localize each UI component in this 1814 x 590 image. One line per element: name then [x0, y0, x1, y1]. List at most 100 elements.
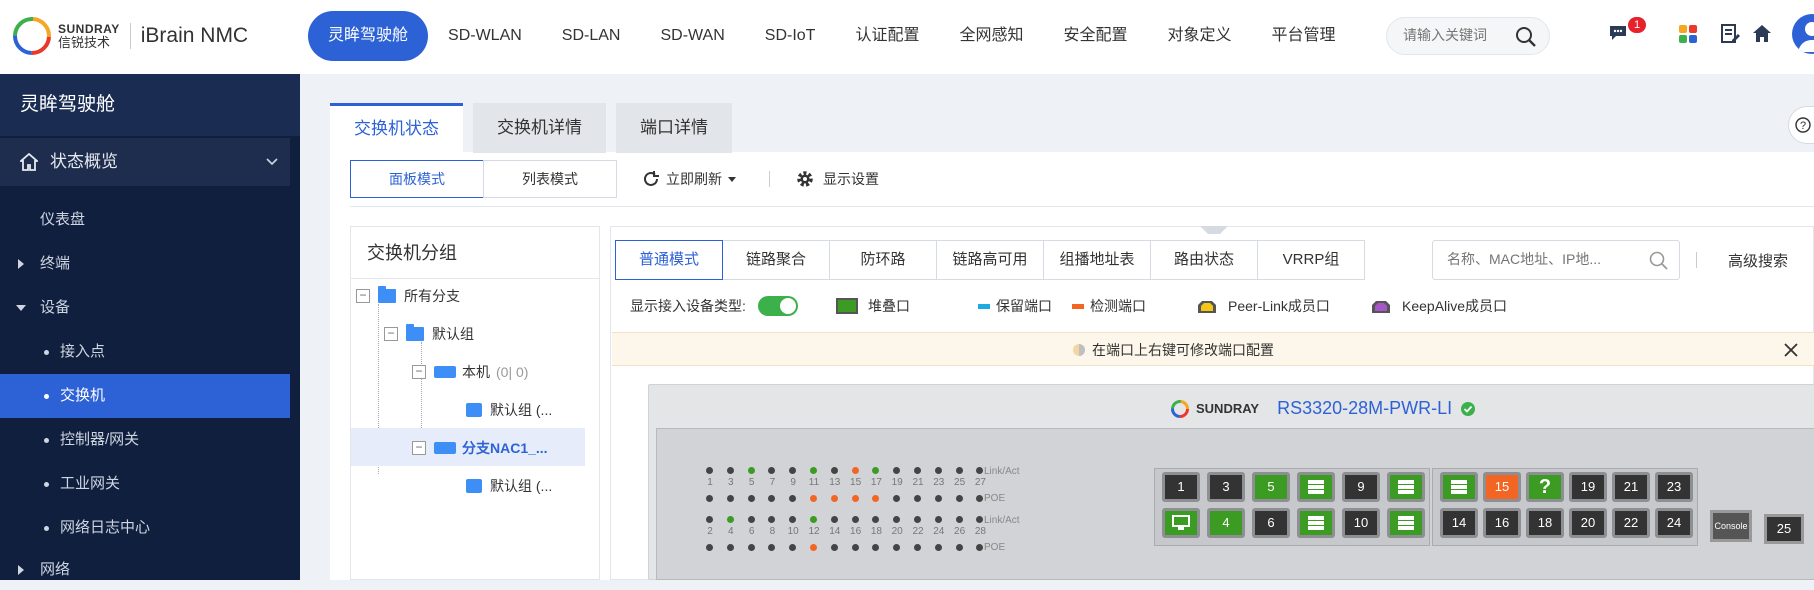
apps-icon[interactable]	[1678, 24, 1698, 44]
switch-port[interactable]: 10	[1342, 508, 1380, 538]
switch-port[interactable]: 21	[1612, 472, 1650, 502]
nav-sd-iot[interactable]: SD-IoT	[745, 11, 836, 61]
search-icon[interactable]	[1649, 251, 1669, 271]
switch-port[interactable]: 22	[1612, 508, 1650, 538]
switch-port[interactable]: 16	[1483, 508, 1521, 538]
nav-security-config[interactable]: 安全配置	[1043, 11, 1147, 61]
logo[interactable]: SUNDRAY 信锐技术 iBrain NMC	[12, 16, 248, 56]
nav-sd-wan[interactable]: SD-WAN	[640, 11, 744, 61]
collapse-icon[interactable]: −	[412, 365, 426, 379]
notes-icon[interactable]	[1720, 24, 1740, 44]
tree-node-all-branches[interactable]: − 所有分支	[356, 286, 460, 306]
panel-mode-button[interactable]: 面板模式	[350, 160, 484, 198]
switch-port[interactable]: 3	[1207, 472, 1245, 502]
switch-port[interactable]: 19	[1569, 472, 1607, 502]
switch-port[interactable]: 18	[1526, 508, 1564, 538]
nav-network-awareness[interactable]: 全网感知	[939, 11, 1043, 61]
refresh-button[interactable]: 立即刷新	[642, 160, 736, 198]
help-button[interactable]: ?	[1788, 106, 1814, 144]
switch-port[interactable]	[1162, 508, 1200, 538]
tab-link-ha[interactable]: 链路高可用	[936, 240, 1044, 280]
device-model[interactable]: RS3320-28M-PWR-LI	[1277, 398, 1452, 419]
sidebar-title: 灵眸驾驶舱	[0, 74, 300, 136]
sidebar-item-controller-gateway[interactable]: 控制器/网关	[0, 418, 290, 462]
switch-port[interactable]: 20	[1569, 508, 1607, 538]
tree-node-local[interactable]: − 本机 (0| 0)	[412, 362, 528, 382]
switch-port[interactable]	[1387, 508, 1425, 538]
home-icon[interactable]	[1752, 24, 1772, 44]
switch-port[interactable]: 24	[1655, 508, 1693, 538]
nav-auth-config[interactable]: 认证配置	[835, 11, 939, 61]
show-device-type-toggle[interactable]	[757, 296, 798, 316]
switch-port[interactable]: 15	[1483, 472, 1521, 502]
nav-cockpit[interactable]: 灵眸驾驶舱	[308, 11, 429, 61]
switch-port[interactable]: 1	[1162, 472, 1200, 502]
tree-node-default-group[interactable]: − 默认组	[384, 324, 474, 344]
port-number-label: 9	[790, 477, 796, 488]
global-search-input[interactable]	[1403, 27, 1513, 43]
nav-platform-management[interactable]: 平台管理	[1252, 11, 1356, 61]
advanced-search-link[interactable]: 高级搜索	[1728, 250, 1788, 271]
switch-port[interactable]	[1387, 472, 1425, 502]
search-icon[interactable]	[1515, 26, 1537, 48]
switch-search-input[interactable]	[1447, 251, 1637, 267]
sidebar-item-label: 设备	[40, 299, 71, 316]
switch-port[interactable]: 23	[1655, 472, 1693, 502]
show-device-type: 显示接入设备类型:	[630, 296, 798, 316]
sidebar-item-network[interactable]: 网络	[0, 550, 290, 590]
tree-node-default-group-child[interactable]: 默认组 (...	[466, 400, 552, 420]
close-icon[interactable]	[1784, 343, 1798, 357]
tree-node-branch-nac1[interactable]: − 分支NAC1_...	[412, 438, 548, 458]
legend-peerlink: Peer-Link成员口	[1196, 296, 1330, 316]
collapse-handle-icon[interactable]	[1200, 226, 1228, 234]
poe-led	[851, 495, 859, 502]
tab-vrrp-group[interactable]: VRRP组	[1257, 240, 1365, 280]
nav-object-definition[interactable]: 对象定义	[1148, 11, 1252, 61]
global-search[interactable]	[1386, 17, 1550, 55]
tab-switch-status[interactable]: 交换机状态	[330, 103, 463, 153]
poe-led	[914, 495, 921, 502]
tab-link-aggregation[interactable]: 链路聚合	[722, 240, 830, 280]
tab-normal-mode[interactable]: 普通模式	[615, 240, 723, 280]
sidebar-item-terminal[interactable]: 终端	[0, 242, 290, 286]
collapse-icon[interactable]: −	[412, 441, 426, 455]
switch-port[interactable]: 4	[1207, 508, 1245, 538]
switch-icon	[434, 442, 456, 454]
switch-port[interactable]: 6	[1252, 508, 1290, 538]
tree-node-label: 默认组 (...	[490, 402, 553, 418]
bullet	[44, 482, 49, 487]
switch-port[interactable]	[1297, 508, 1335, 538]
tree-node-default-group-child-2[interactable]: 默认组 (...	[466, 476, 552, 496]
tab-loop-prevention[interactable]: 防环路	[829, 240, 937, 280]
switch-port[interactable]	[1297, 472, 1335, 502]
switch-port[interactable]: ?	[1526, 472, 1564, 502]
sidebar-item-dashboard[interactable]: 仪表盘	[0, 198, 290, 242]
tab-switch-details[interactable]: 交换机详情	[473, 103, 606, 153]
nav-sd-wlan[interactable]: SD-WLAN	[428, 11, 542, 61]
tab-route-status[interactable]: 路由状态	[1150, 240, 1258, 280]
sfp-port-25[interactable]: 25	[1764, 514, 1804, 544]
nav-sd-lan[interactable]: SD-LAN	[542, 11, 641, 61]
message-icon[interactable]	[1608, 24, 1628, 42]
sidebar-item-industrial-gateway[interactable]: 工业网关	[0, 462, 290, 506]
collapse-icon[interactable]: −	[356, 289, 370, 303]
sidebar-item-log-center[interactable]: 网络日志中心	[0, 506, 290, 550]
port-number-label: 10	[787, 526, 799, 537]
sidebar-item-switch[interactable]: 交换机	[0, 374, 290, 418]
console-port[interactable]: Console	[1710, 510, 1752, 542]
tab-port-details[interactable]: 端口详情	[616, 103, 732, 153]
switch-port[interactable]	[1440, 472, 1478, 502]
display-settings-button[interactable]: 显示设置	[795, 160, 879, 198]
sidebar-item-overview[interactable]: 状态概览	[0, 138, 290, 186]
switch-search[interactable]	[1432, 240, 1680, 280]
sidebar-item-access-points[interactable]: 接入点	[0, 330, 290, 374]
avatar[interactable]	[1792, 14, 1814, 54]
list-mode-button[interactable]: 列表模式	[483, 160, 617, 198]
switch-port[interactable]: 9	[1342, 472, 1380, 502]
collapse-icon[interactable]: −	[384, 327, 398, 341]
tab-multicast-table[interactable]: 组播地址表	[1043, 240, 1151, 280]
switch-port[interactable]: 14	[1440, 508, 1478, 538]
sidebar-item-devices[interactable]: 设备	[0, 286, 290, 330]
switch-port[interactable]: 5	[1252, 472, 1290, 502]
divider	[129, 23, 131, 49]
